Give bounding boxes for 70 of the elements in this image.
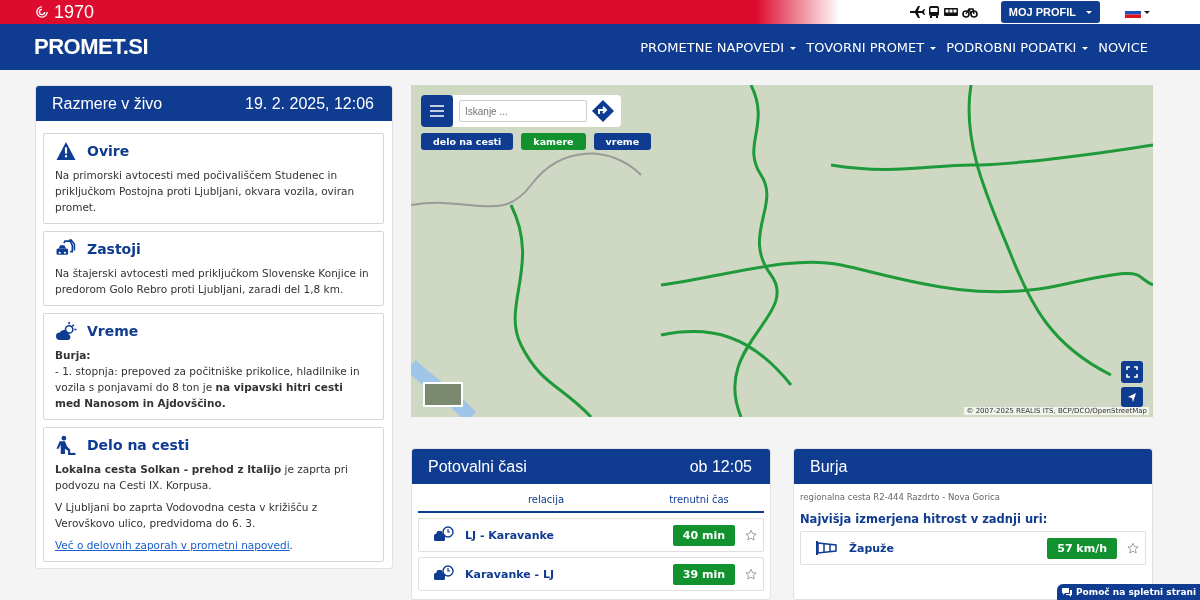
caret-icon bbox=[1086, 10, 1092, 14]
duration-badge: 39 min bbox=[672, 563, 735, 585]
car-clock-icon bbox=[433, 565, 455, 583]
section-title: Delo na cesti bbox=[87, 437, 190, 453]
caret-icon bbox=[790, 46, 797, 50]
train-icon[interactable] bbox=[942, 6, 959, 18]
star-icon[interactable] bbox=[745, 568, 757, 580]
anniversary-year: 1970 bbox=[54, 1, 95, 23]
info-text: Na primorski avtocesti med počivališčem Studenec in priključkom Postojna proti Ljubljani, okvara vozila, oviran promet. bbox=[55, 168, 356, 215]
locate-icon bbox=[1127, 392, 1137, 402]
section-title: Ovire bbox=[87, 143, 130, 159]
speed-badge: 57 km/h bbox=[1047, 537, 1117, 559]
swirl-icon bbox=[36, 6, 48, 18]
profile-button[interactable]: MOJ PROFIL bbox=[1000, 1, 1100, 23]
car-clock-icon bbox=[433, 526, 455, 544]
info-text: Burja: bbox=[55, 348, 92, 363]
panel-title: Razmere v živo bbox=[52, 94, 163, 113]
caret-icon bbox=[1144, 10, 1150, 14]
wind-subtitle: Najvišja izmerjena hitrost v zadnji uri: bbox=[800, 512, 1049, 526]
site-logo[interactable]: PROMET.SI bbox=[34, 34, 149, 60]
route-name: Karavanke - LJ bbox=[465, 567, 556, 581]
plane-icon[interactable] bbox=[908, 5, 925, 19]
info-text: - 1. stopnja: prepoved za počitniške prikolice, hladilnike in vozila s ponjavami do 8 ton je na vipavski hitri cesti med Nanosom in Ajdovščino. bbox=[55, 364, 361, 411]
locate-button[interactable] bbox=[1121, 387, 1143, 407]
nav-link[interactable]: PODROBNI PODATKI bbox=[946, 39, 1089, 55]
worker-icon bbox=[55, 435, 77, 455]
sun-cloud-icon bbox=[55, 321, 77, 341]
card-time: ob 12:05 bbox=[689, 457, 752, 476]
road-name: regionalna cesta R2-444 Razdrto - Nova Gorica bbox=[800, 492, 1001, 502]
filter-button[interactable]: kamere bbox=[521, 133, 586, 150]
filter-button[interactable]: vreme bbox=[593, 133, 652, 150]
warning-icon bbox=[55, 141, 77, 161]
card-title: Burja bbox=[810, 457, 848, 476]
star-icon[interactable] bbox=[745, 529, 757, 541]
windsock-icon bbox=[815, 540, 839, 556]
column-header: trenutni čas bbox=[668, 494, 730, 505]
star-icon[interactable] bbox=[1127, 542, 1139, 554]
nav-link[interactable]: PROMETNE NAPOVEDI bbox=[640, 39, 797, 55]
column-header: relacija bbox=[526, 494, 566, 505]
info-text: Na štajerski avtocesti med priključkom Slovenske Konjice in predorom Golo Rebro proti Ljubljani, zaradi del 1,8 km. bbox=[55, 266, 370, 297]
more-link[interactable]: Več o delovnih zaporah v prometni napovedi bbox=[55, 539, 290, 551]
fullscreen-button[interactable] bbox=[1121, 361, 1143, 383]
duration-badge: 40 min bbox=[672, 524, 735, 546]
route-row[interactable]: Karavanke - LJ 39 min bbox=[418, 557, 764, 591]
card-title: Potovalni časi bbox=[428, 457, 527, 476]
route-row[interactable]: LJ - Karavanke 40 min bbox=[418, 518, 764, 552]
bus-icon[interactable] bbox=[927, 5, 940, 19]
menu-button[interactable] bbox=[421, 95, 453, 127]
help-chat-button[interactable]: Pomoč na spletni strani bbox=[1057, 584, 1200, 600]
nav-link[interactable]: NOVICE bbox=[1098, 39, 1148, 55]
filter-button[interactable]: delo na cesti bbox=[421, 133, 514, 150]
info-text: V Ljubljani bo zaprta Vodovodna cesta v križišču z Verovškovo ulico, predvidoma do 6. 3. bbox=[55, 500, 319, 531]
route-name: LJ - Karavanke bbox=[465, 528, 556, 542]
section-title: Zastoji bbox=[87, 241, 141, 257]
chat-icon bbox=[1061, 587, 1073, 597]
map-layer-thumbnail[interactable] bbox=[423, 382, 463, 407]
nav-link[interactable]: TOVORNI PROMET bbox=[806, 39, 937, 55]
section-title: Vreme bbox=[87, 323, 139, 339]
caret-icon bbox=[930, 46, 937, 50]
info-text: Lokalna cesta Solkan - prehod z Italijo je zaprta pri podvozu na Cesti IX. Korpusa. bbox=[55, 462, 349, 493]
bicycle-icon[interactable] bbox=[961, 6, 978, 18]
punctuation: . bbox=[289, 539, 293, 551]
panel-datetime: 19. 2. 2025, 12:06 bbox=[245, 94, 374, 113]
caret-icon bbox=[1082, 46, 1089, 50]
menu-icon bbox=[430, 105, 444, 117]
directions-icon[interactable] bbox=[591, 99, 615, 123]
fullscreen-icon bbox=[1126, 366, 1138, 378]
station-name: Žapuže bbox=[849, 541, 895, 555]
wind-row[interactable]: Žapuže 57 km/h bbox=[800, 531, 1146, 565]
search-field[interactable]: Iskanje ... bbox=[459, 100, 587, 122]
